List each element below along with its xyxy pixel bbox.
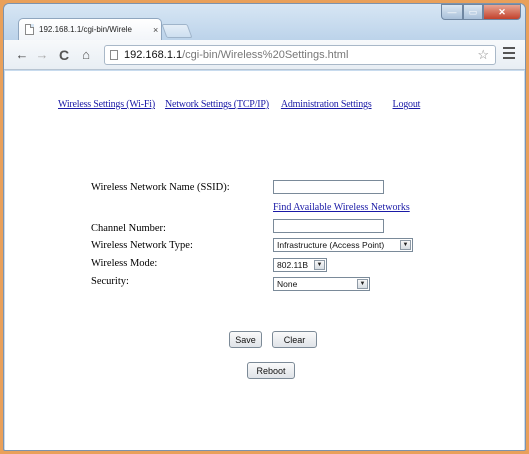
menu-icon[interactable] [503,47,515,62]
wireless-mode-label: Wireless Mode: [91,258,158,269]
dropdown-arrow-icon: ▼ [314,260,325,270]
browser-toolbar: ← → C ⌂ 192.168.1.1 /cgi-bin/Wireless%20… [4,40,525,70]
security-label: Security: [91,276,129,287]
nav-administration-settings[interactable]: Administration Settings [281,99,372,110]
reload-icon[interactable]: C [56,47,72,63]
clear-button[interactable]: Clear [272,331,317,348]
nav-wireless-settings[interactable]: Wireless Settings (Wi-Fi) [58,99,155,110]
page-icon [110,50,118,60]
window-controls: — ▭ ✕ [441,4,521,20]
tab-title: 192.168.1.1/cgi-bin/Wirele [39,25,132,34]
url-path: /cgi-bin/Wireless%20Settings.html [182,49,349,61]
url-host: 192.168.1.1 [124,49,183,61]
wireless-mode-select[interactable]: 802.11B ▼ [273,258,327,272]
top-navigation: Wireless Settings (Wi-Fi) Network Settin… [58,99,420,110]
page-content [5,71,524,450]
network-type-value: Infrastructure (Access Point) [277,240,385,250]
dropdown-arrow-icon: ▼ [400,240,411,250]
ssid-label: Wireless Network Name (SSID): [91,182,230,193]
bookmark-star-icon[interactable]: ☆ [477,47,489,63]
security-select[interactable]: None ▼ [273,277,370,291]
minimize-button[interactable]: — [441,4,463,20]
wireless-mode-value: 802.11B [277,260,309,270]
channel-input[interactable] [273,219,384,233]
reboot-button[interactable]: Reboot [247,362,295,379]
address-bar[interactable]: 192.168.1.1 /cgi-bin/Wireless%20Settings… [104,45,496,65]
network-type-label: Wireless Network Type: [91,240,193,251]
browser-window: 192.168.1.1/cgi-bin/Wirele × — ▭ ✕ ← → C… [3,3,526,451]
title-bar: 192.168.1.1/cgi-bin/Wirele × — ▭ ✕ [4,4,525,40]
nav-network-settings[interactable]: Network Settings (TCP/IP) [165,99,269,110]
network-type-select[interactable]: Infrastructure (Access Point) ▼ [273,238,413,252]
tab-close-icon[interactable]: × [153,25,158,35]
save-button[interactable]: Save [229,331,262,348]
security-value: None [277,279,298,289]
browser-tab[interactable]: 192.168.1.1/cgi-bin/Wirele × [18,18,162,40]
home-icon[interactable]: ⌂ [78,47,94,62]
forward-icon[interactable]: → [34,47,50,62]
dropdown-arrow-icon: ▼ [357,279,368,289]
nav-logout[interactable]: Logout [393,99,421,110]
new-tab-button[interactable] [161,24,193,38]
back-icon[interactable]: ← [14,47,30,62]
ssid-input[interactable] [273,180,384,194]
close-window-button[interactable]: ✕ [483,4,521,20]
channel-label: Channel Number: [91,223,166,234]
maximize-button[interactable]: ▭ [463,4,483,20]
find-networks-link[interactable]: Find Available Wireless Networks [273,202,410,213]
page-icon [25,24,34,35]
